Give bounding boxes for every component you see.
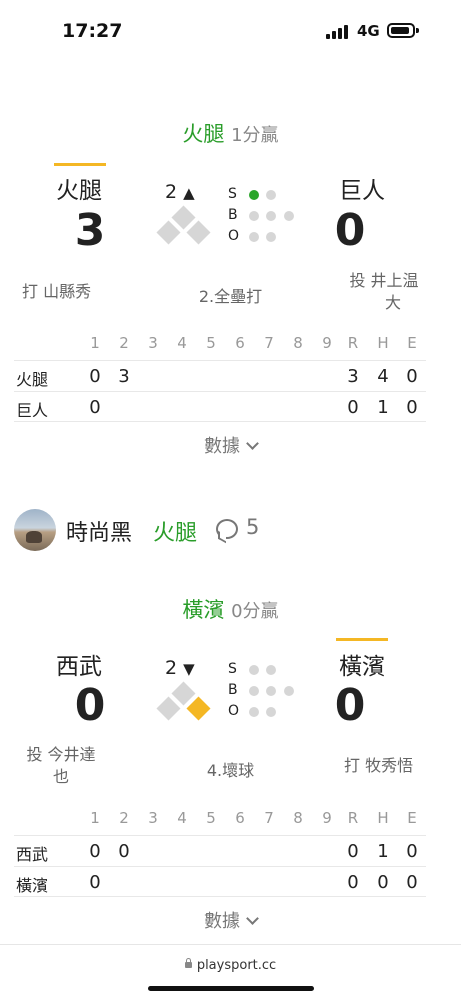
linescore-column-header: 9 <box>322 809 332 827</box>
linescore-column-header: 7 <box>264 809 274 827</box>
game-result: 橫濱 0分贏 <box>0 594 461 624</box>
inning-number: 2 <box>165 657 178 679</box>
linescore-column-header: 4 <box>177 809 187 827</box>
home-indicator[interactable] <box>148 986 314 991</box>
linescore-column-header: 8 <box>293 809 303 827</box>
home-team-name: 橫濱 <box>339 654 385 680</box>
home-current-player: 打 牧秀悟 <box>344 755 413 777</box>
linescore-cell: 0 <box>347 872 359 893</box>
away-team-name: 西武 <box>56 654 102 680</box>
linescore-column-header: 6 <box>235 809 245 827</box>
linescore-column-header: E <box>407 809 417 827</box>
linescore-team: 橫濱 <box>16 876 49 895</box>
linescore-cell: 0 <box>347 841 359 862</box>
footer-divider <box>0 944 461 945</box>
linescore-cell: 0 <box>89 872 101 893</box>
linescore-column-header: R <box>347 809 359 827</box>
linescore-cell: 0 <box>406 841 418 862</box>
base-diamond <box>156 681 211 724</box>
linescore-column-header: 1 <box>90 809 100 827</box>
count-labels: S B O <box>228 659 239 722</box>
linescore-row: 橫濱 0 0 0 0 <box>14 866 426 897</box>
linescore-column-header: H <box>377 809 389 827</box>
lock-icon <box>184 958 192 968</box>
linescore-table: 1 2 3 4 5 6 7 8 9 R H E 西武 0 0 0 1 0 橫濱 0 0 0 0 <box>14 804 426 897</box>
linescore-team: 西武 <box>16 845 49 864</box>
game-card[interactable]: 橫濱 0分贏 西武 0 橫濱 0 2 ▼ S B O 投 今井達 也 4.壞球 … <box>0 0 461 940</box>
linescore-column-header: 2 <box>119 809 129 827</box>
away-score: 0 <box>74 680 106 731</box>
address-bar[interactable]: playsport.cc <box>0 958 461 973</box>
strike-dot <box>249 665 259 675</box>
ball-dot <box>249 686 259 696</box>
out-dot <box>266 707 276 717</box>
out-dot <box>249 707 259 717</box>
inning-indicator: 2 ▼ <box>165 657 195 679</box>
linescore-column-header: 5 <box>206 809 216 827</box>
third-base <box>156 696 181 721</box>
linescore-cell: 1 <box>377 841 389 862</box>
ball-dot <box>266 686 276 696</box>
linescore-column-header: 3 <box>148 809 158 827</box>
ball-dot <box>284 686 294 696</box>
win-margin: 0分贏 <box>231 601 279 622</box>
stats-toggle[interactable]: 數據 <box>0 907 461 933</box>
linescore-cell: 0 <box>377 872 389 893</box>
strike-dot <box>266 665 276 675</box>
stats-toggle-label: 數據 <box>204 911 240 932</box>
linescore-cell: 0 <box>89 841 101 862</box>
inning-half-icon: ▼ <box>183 660 195 678</box>
ball-label: B <box>228 682 238 698</box>
home-score: 0 <box>334 680 366 731</box>
chevron-down-icon <box>246 912 259 925</box>
linescore-cell: 0 <box>406 872 418 893</box>
site-url[interactable]: playsport.cc <box>197 958 276 973</box>
player-name: 牧秀悟 <box>365 756 414 775</box>
linescore-header: 1 2 3 4 5 6 7 8 9RHE <box>14 804 426 835</box>
winner-team: 橫濱 <box>182 598 225 622</box>
out-label: O <box>228 703 240 719</box>
strike-label: S <box>228 661 237 677</box>
batting-indicator <box>336 638 388 641</box>
player-role: 打 <box>344 756 361 775</box>
first-base <box>186 696 211 721</box>
linescore-cell: 0 <box>118 841 130 862</box>
linescore-row: 西武 0 0 0 1 0 <box>14 835 426 866</box>
